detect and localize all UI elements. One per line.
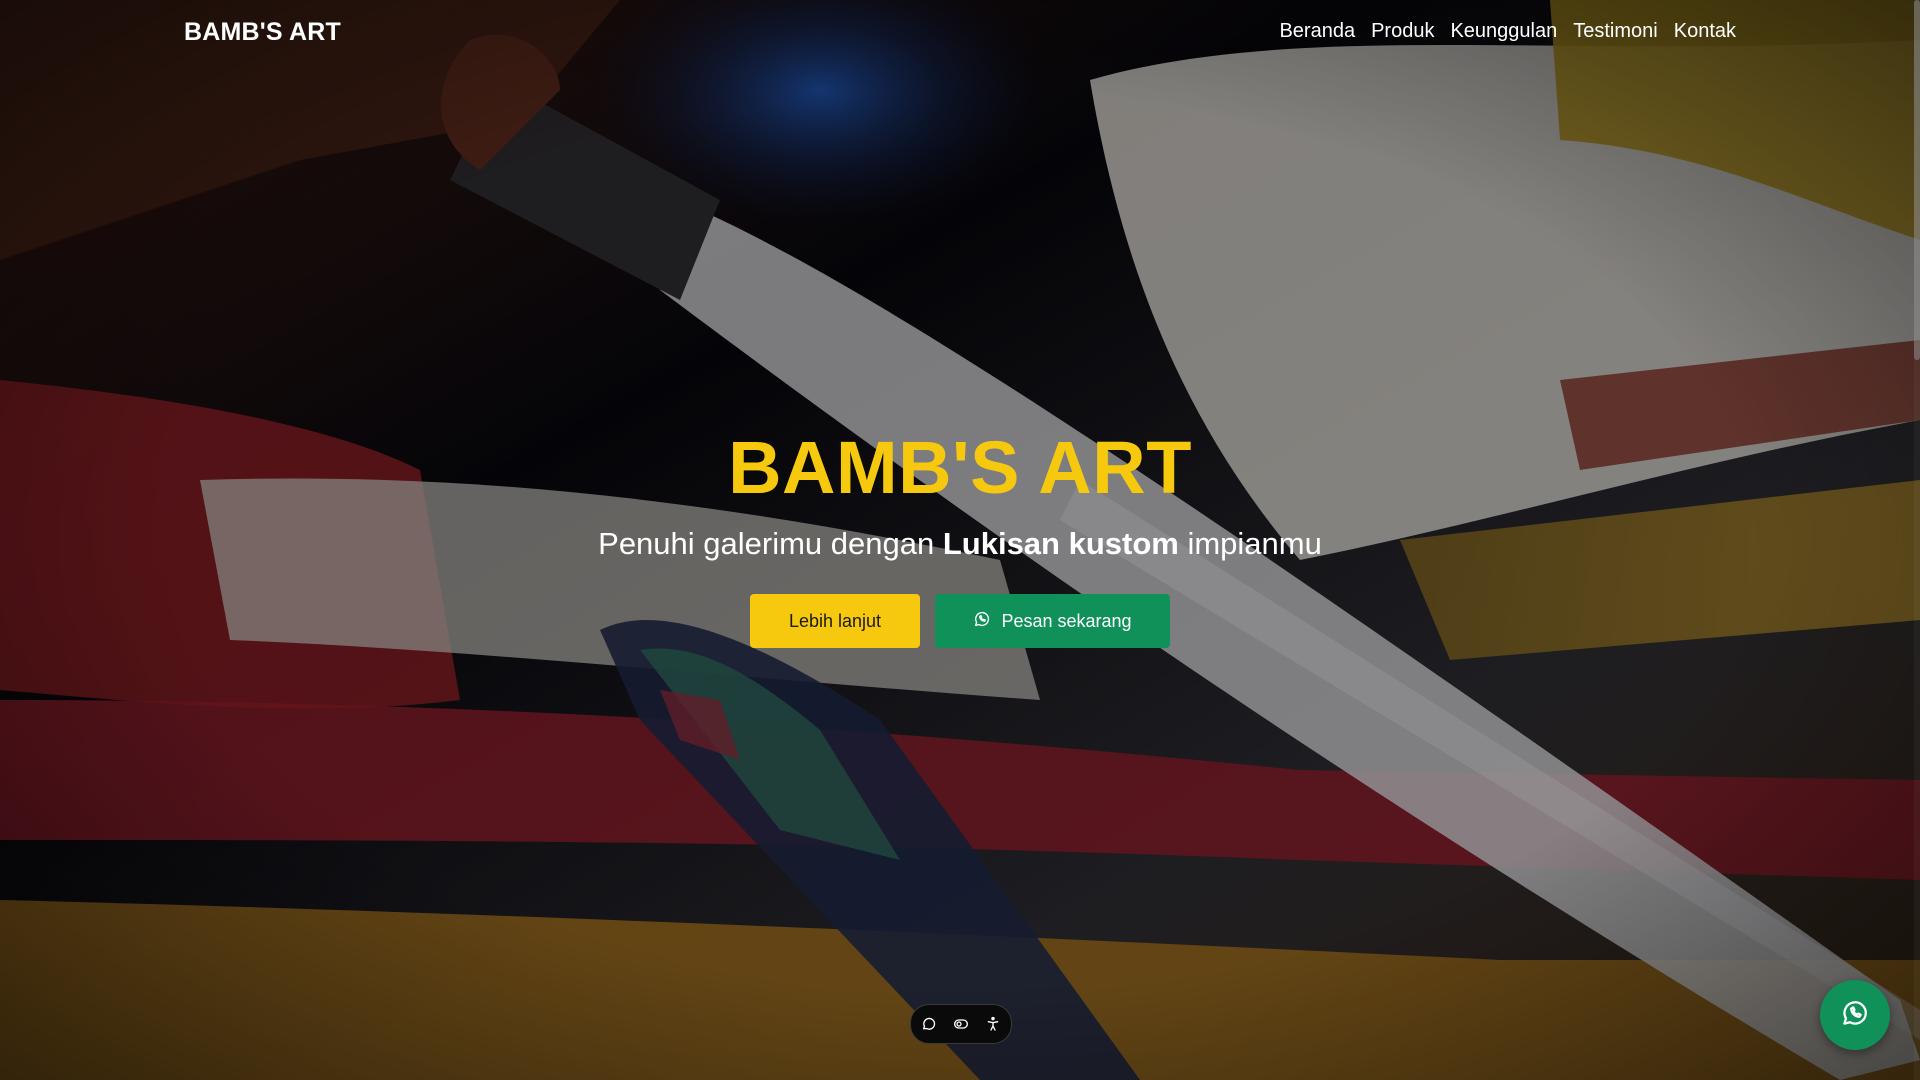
whatsapp-icon — [973, 610, 991, 633]
hero-content: BAMB'S ART Penuhi galerimu dengan Lukisa… — [0, 420, 1920, 648]
nav-link-produk[interactable]: Produk — [1371, 20, 1434, 43]
navbar: BAMB'S ART Beranda Produk Keunggulan Tes… — [0, 0, 1920, 66]
toggle-icon[interactable] — [951, 1014, 971, 1034]
accessibility-toolbar — [910, 1004, 1012, 1044]
hero-subtitle: Penuhi galerimu dengan Lukisan kustom im… — [0, 524, 1920, 564]
hero-section: BAMB'S ART Beranda Produk Keunggulan Tes… — [0, 0, 1920, 1080]
nav-links: Beranda Produk Keunggulan Testimoni Kont… — [1279, 20, 1736, 43]
nav-link-kontak[interactable]: Kontak — [1674, 20, 1736, 43]
hero-subtitle-prefix: Penuhi galerimu dengan — [598, 526, 943, 561]
whatsapp-float-button[interactable] — [1820, 980, 1890, 1050]
learn-more-button[interactable]: Lebih lanjut — [750, 594, 920, 648]
hero-title: BAMB'S ART — [728, 426, 1192, 509]
order-now-button[interactable]: Pesan sekarang — [935, 594, 1170, 648]
nav-link-beranda[interactable]: Beranda — [1279, 20, 1355, 43]
whatsapp-icon — [1840, 998, 1870, 1033]
learn-more-label: Lebih lanjut — [788, 610, 882, 631]
order-now-label: Pesan sekarang — [1001, 610, 1132, 631]
nav-link-keunggulan[interactable]: Keunggulan — [1450, 20, 1557, 43]
brand-logo[interactable]: BAMB'S ART — [184, 18, 341, 47]
page-scrollbar[interactable] — [1914, 0, 1920, 1080]
cta-row: Lebih lanjut Pesan sekarang — [0, 594, 1920, 648]
chat-bubble-icon[interactable] — [919, 1014, 939, 1034]
nav-link-testimoni[interactable]: Testimoni — [1573, 20, 1657, 43]
accessibility-icon[interactable] — [983, 1014, 1003, 1034]
scrollbar-thumb[interactable] — [1914, 0, 1920, 360]
hero-subtitle-bold: Lukisan kustom — [942, 526, 1179, 561]
hero-subtitle-suffix: impianmu — [1178, 526, 1322, 561]
